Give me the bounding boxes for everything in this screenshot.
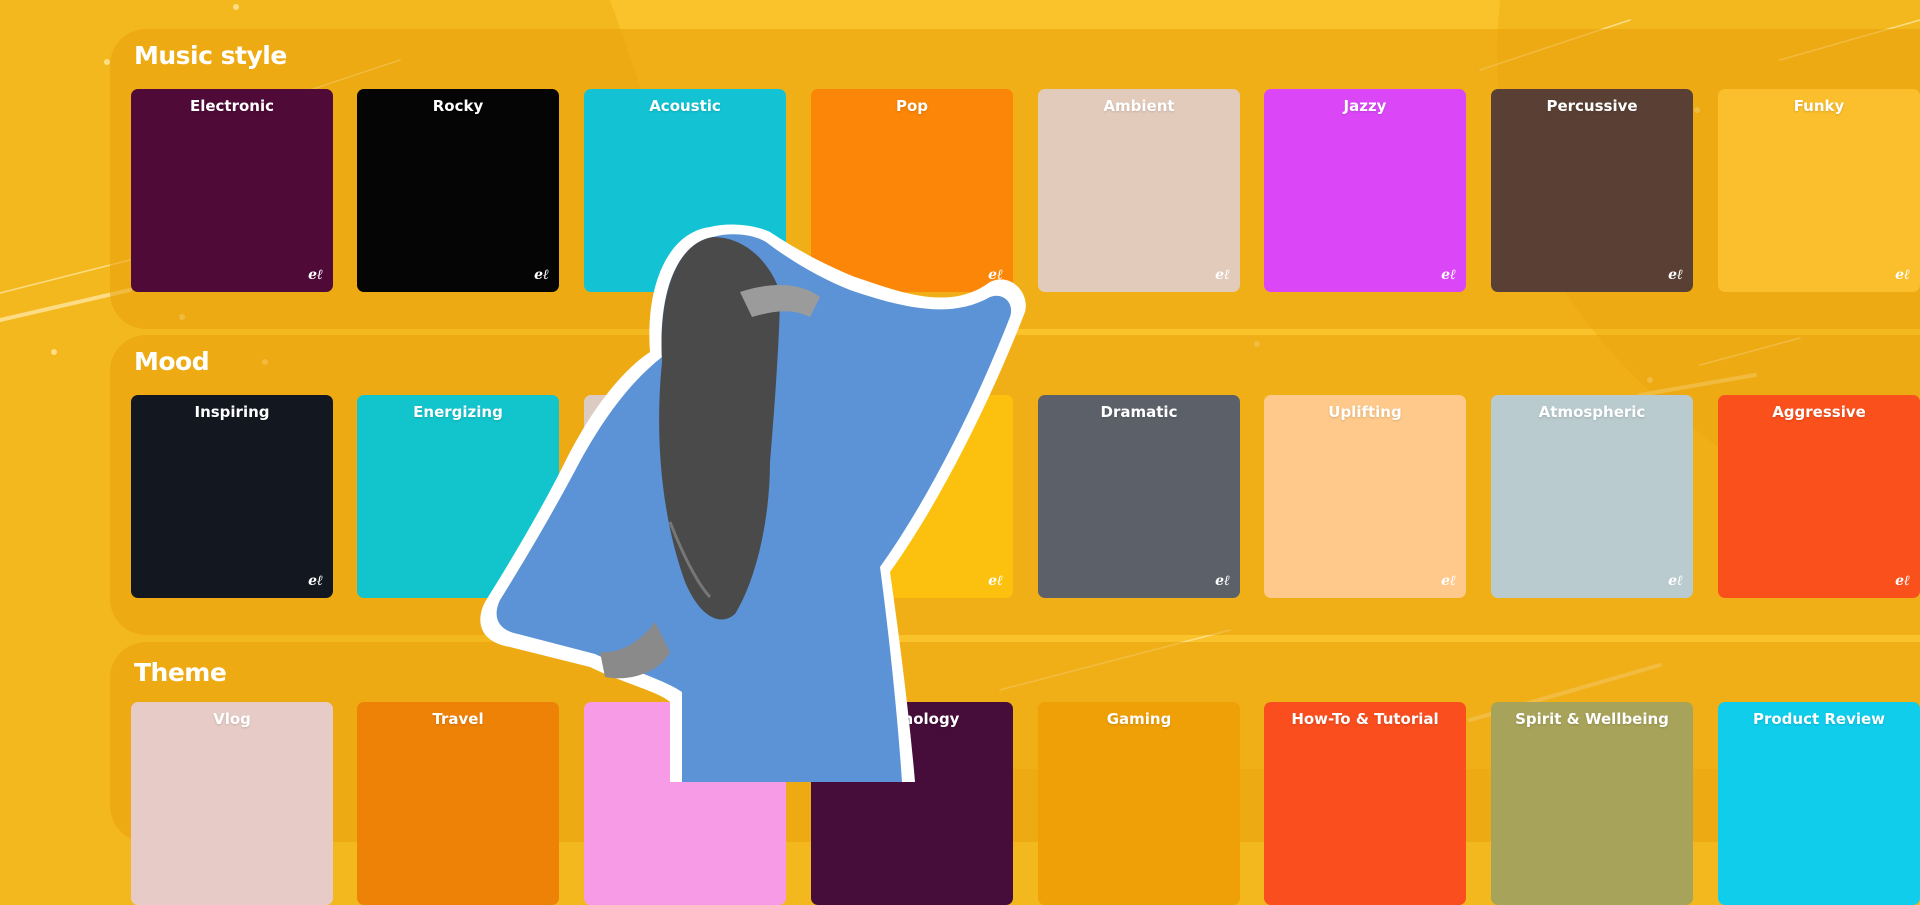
card-label: Inspiring [194, 403, 270, 421]
tutorial-girl-image [1264, 702, 1466, 905]
watermark-logo-icon: eℓ [1895, 267, 1910, 283]
card-label: Ambient [1103, 97, 1175, 115]
woman-scratching-head-image [480, 224, 1026, 782]
category-card[interactable]: Spirit & Wellbeing [1491, 702, 1693, 905]
card-label: Funky [1793, 97, 1845, 115]
card-label: Product Review [1752, 710, 1886, 728]
mountains-image [1038, 395, 1240, 598]
category-card[interactable]: Atmospheric eℓ [1491, 395, 1693, 598]
product-box-image [1718, 702, 1920, 905]
card-label: Acoustic [649, 97, 721, 115]
category-card[interactable]: Gaming [1038, 702, 1240, 905]
card-label: How-To & Tutorial [1291, 710, 1439, 728]
seashell-image [1038, 89, 1240, 292]
watermark-logo-icon: eℓ [1668, 573, 1683, 589]
headphones-image [131, 89, 333, 292]
section-title-theme: Theme [134, 658, 227, 687]
category-card[interactable]: Ambient eℓ [1038, 89, 1240, 292]
watermark-logo-icon: eℓ [1215, 573, 1230, 589]
earth-image [131, 395, 333, 598]
card-label: Spirit & Wellbeing [1515, 710, 1669, 728]
card-label: Uplifting [1328, 403, 1402, 421]
category-card[interactable]: Funky eℓ [1718, 89, 1920, 292]
card-label: Atmospheric [1538, 403, 1646, 421]
category-card[interactable]: How-To & Tutorial [1264, 702, 1466, 905]
category-card[interactable]: Jazzy eℓ [1264, 89, 1466, 292]
category-card[interactable]: Aggressive eℓ [1718, 395, 1920, 598]
saxophonist-image [1264, 89, 1466, 292]
watermark-logo-icon: eℓ [308, 267, 323, 283]
watermark-logo-icon: eℓ [1441, 573, 1456, 589]
card-label: Aggressive [1772, 403, 1866, 421]
watermark-logo-icon: eℓ [1895, 573, 1910, 589]
card-label: Jazzy [1343, 97, 1387, 115]
section-title-music-style: Music style [134, 41, 287, 70]
category-card[interactable]: Inspiring eℓ [131, 395, 333, 598]
category-card[interactable]: Dramatic eℓ [1038, 395, 1240, 598]
card-label: Dramatic [1100, 403, 1178, 421]
card-label: Electronic [189, 97, 275, 115]
card-label: Rocky [432, 97, 484, 115]
category-card[interactable]: Electronic eℓ [131, 89, 333, 292]
section-title-mood: Mood [134, 347, 210, 376]
wellbeing-image [1491, 702, 1693, 905]
category-card[interactable]: Percussive eℓ [1491, 89, 1693, 292]
watermark-logo-icon: eℓ [308, 573, 323, 589]
drum-image [1491, 89, 1693, 292]
watermark-logo-icon: eℓ [1215, 267, 1230, 283]
card-label: Gaming [1106, 710, 1172, 728]
gaming-image [1038, 702, 1240, 905]
category-card[interactable]: Product Review [1718, 702, 1920, 905]
card-label: Vlog [213, 710, 251, 728]
watermark-logo-icon: eℓ [1668, 267, 1683, 283]
boxer-image [1718, 395, 1920, 598]
card-label: Pop [895, 97, 929, 115]
vlogger-image [131, 702, 333, 905]
category-card[interactable]: Vlog [131, 702, 333, 905]
card-label: Percussive [1546, 97, 1638, 115]
arms-up-image [1264, 395, 1466, 598]
category-card[interactable]: Uplifting eℓ [1264, 395, 1466, 598]
boombox-girl-image [1718, 89, 1920, 292]
watermark-logo-icon: eℓ [1441, 267, 1456, 283]
foggy-forest-image [1491, 395, 1693, 598]
